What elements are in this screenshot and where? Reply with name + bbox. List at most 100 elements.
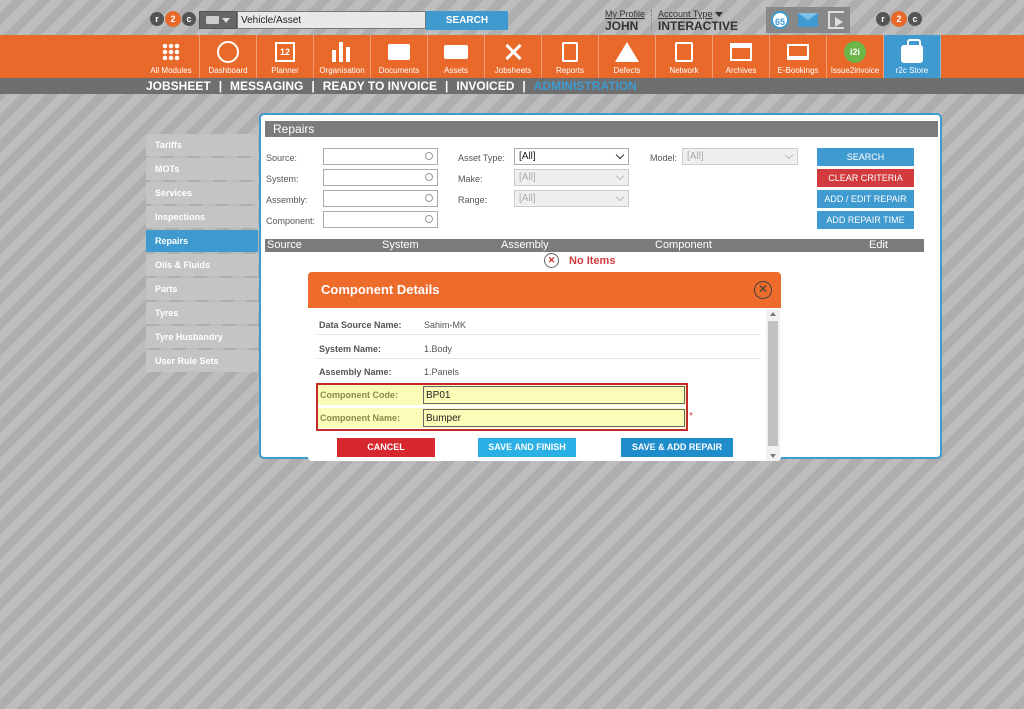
- required-marker: *: [689, 411, 693, 422]
- source-label: Source:: [266, 153, 298, 163]
- logo-letter: c: [908, 12, 922, 26]
- subnav-ready-to-invoice[interactable]: READY TO INVOICE: [323, 79, 437, 93]
- nav-defects[interactable]: Defects: [599, 35, 656, 78]
- component-code-input[interactable]: [423, 386, 685, 404]
- nav-documents[interactable]: Documents: [371, 35, 428, 78]
- nav-e-bookings[interactable]: E-Bookings: [770, 35, 827, 78]
- repairs-search-button[interactable]: SEARCH: [817, 148, 914, 166]
- dashboard-icon: [217, 41, 239, 63]
- subnav-jobsheet[interactable]: JOBSHEET: [146, 79, 211, 93]
- nav-r2c-store[interactable]: r2c Store: [884, 35, 941, 78]
- nav-label: All Modules: [150, 66, 192, 75]
- grid-icon: [162, 43, 180, 61]
- sidebar-item-services[interactable]: Services: [146, 182, 258, 204]
- asset-type-select[interactable]: [All]: [514, 148, 629, 165]
- nav-archives[interactable]: Archives: [713, 35, 770, 78]
- subnav-administration[interactable]: ADMINISTRATION: [534, 79, 637, 93]
- component-label: Component:: [266, 216, 316, 226]
- column-header-component[interactable]: Component: [655, 239, 712, 252]
- make-label: Make:: [458, 174, 483, 184]
- save-and-finish-button[interactable]: SAVE AND FINISH: [478, 438, 576, 457]
- system-label: System:: [266, 174, 299, 184]
- contacts-icon: [675, 42, 693, 62]
- modal-scrollbar[interactable]: [766, 309, 780, 461]
- sidebar-item-mots[interactable]: MOTs: [146, 158, 258, 180]
- calendar-icon: 12: [275, 42, 295, 62]
- sidebar-item-tyres[interactable]: Tyres: [146, 302, 258, 324]
- nav-label: Organisation: [319, 66, 365, 75]
- subnav-messaging[interactable]: MESSAGING: [230, 79, 303, 93]
- profile-name: JOHN: [605, 19, 639, 33]
- nav-label: Jobsheets: [494, 66, 532, 75]
- bag-icon: [901, 39, 923, 63]
- top-search-button[interactable]: SEARCH: [426, 11, 508, 30]
- scroll-down-icon[interactable]: [770, 454, 776, 458]
- asset-type-select[interactable]: [199, 11, 237, 29]
- select-value: [All]: [519, 193, 536, 204]
- sidebar-item-inspections[interactable]: Inspections: [146, 206, 258, 228]
- sub-nav: JOBSHEET | MESSAGING | READY TO INVOICE …: [0, 78, 1024, 94]
- system-lookup-input[interactable]: [323, 169, 438, 186]
- cart-icon[interactable]: 65: [770, 11, 790, 29]
- no-items-icon: ✕: [544, 253, 559, 268]
- logout-icon[interactable]: [826, 11, 846, 29]
- assembly-lookup-input[interactable]: [323, 190, 438, 207]
- nav-assets[interactable]: Assets: [428, 35, 485, 78]
- sidebar-item-tyre-husbandry[interactable]: Tyre Husbandry: [146, 326, 258, 348]
- column-header-assembly[interactable]: Assembly: [501, 239, 549, 252]
- monitor-icon: [787, 44, 809, 60]
- nav-reports[interactable]: Reports: [542, 35, 599, 78]
- add-repair-time-button[interactable]: ADD REPAIR TIME: [817, 211, 914, 229]
- sidebar-item-repairs[interactable]: Repairs: [146, 230, 258, 252]
- top-bar: r 2 c SEARCH My Profile JOHN Account Typ…: [0, 0, 1024, 36]
- add-edit-repair-button[interactable]: ADD / EDIT REPAIR: [817, 190, 914, 208]
- save-add-repair-time-button[interactable]: SAVE & ADD REPAIR TIME: [621, 438, 733, 457]
- column-header-source[interactable]: Source: [267, 239, 302, 252]
- sidebar-item-user-rule-sets[interactable]: User Rule Sets: [146, 350, 258, 372]
- nav-organisation[interactable]: Organisation: [314, 35, 371, 78]
- account-block[interactable]: Account Type INTERACTIVE: [658, 9, 738, 33]
- model-select[interactable]: [All]: [682, 148, 798, 165]
- logo-letter: 2: [891, 11, 907, 27]
- source-lookup-input[interactable]: [323, 148, 438, 165]
- r2c-logo-left[interactable]: r 2 c: [150, 9, 196, 29]
- assembly-label: Assembly:: [266, 195, 308, 205]
- nav-all-modules[interactable]: All Modules: [143, 35, 200, 78]
- component-name-input[interactable]: [423, 409, 685, 427]
- close-icon[interactable]: ✕: [754, 281, 772, 299]
- modal-title: Component Details: [308, 272, 781, 308]
- make-select[interactable]: [All]: [514, 169, 629, 186]
- column-header-system[interactable]: System: [382, 239, 419, 252]
- nav-dashboard[interactable]: Dashboard: [200, 35, 257, 78]
- nav-label: Issue2invoice: [830, 66, 880, 75]
- clear-criteria-button[interactable]: CLEAR CRITERIA: [817, 169, 914, 187]
- nav-jobsheets[interactable]: Jobsheets: [485, 35, 542, 78]
- range-select[interactable]: [All]: [514, 190, 629, 207]
- nav-issue2invoice[interactable]: i2i Issue2invoice: [827, 35, 884, 78]
- subnav-separator: |: [445, 79, 449, 93]
- asset-search-input[interactable]: [237, 11, 426, 29]
- sidebar-item-oils-fluids[interactable]: Oils & Fluids: [146, 254, 258, 276]
- component-lookup-input[interactable]: [323, 211, 438, 228]
- folder-icon: [388, 44, 410, 60]
- assembly-name-label: Assembly Name:: [319, 367, 392, 377]
- account-type-link[interactable]: Account Type: [658, 9, 712, 19]
- scroll-thumb[interactable]: [768, 321, 778, 446]
- chevron-down-icon: [615, 171, 625, 181]
- nav-network[interactable]: Network: [656, 35, 713, 78]
- mail-icon[interactable]: [798, 11, 818, 29]
- nav-label: Documents: [378, 66, 420, 75]
- assembly-name-value: 1.Panels: [424, 367, 460, 377]
- nav-planner[interactable]: 12 Planner: [257, 35, 314, 78]
- sidebar-item-parts[interactable]: Parts: [146, 278, 258, 300]
- nav-label: Network: [669, 66, 699, 75]
- chevron-down-icon: [784, 150, 794, 160]
- profile-block[interactable]: My Profile JOHN: [605, 9, 645, 33]
- my-profile-link[interactable]: My Profile: [605, 9, 645, 19]
- sidebar-item-tariffs[interactable]: Tariffs: [146, 134, 258, 156]
- subnav-invoiced[interactable]: INVOICED: [456, 79, 514, 93]
- scroll-up-icon[interactable]: [770, 312, 776, 316]
- cancel-button[interactable]: CANCEL: [337, 438, 435, 457]
- select-value: [All]: [519, 151, 536, 162]
- system-name-value: 1.Body: [424, 344, 453, 354]
